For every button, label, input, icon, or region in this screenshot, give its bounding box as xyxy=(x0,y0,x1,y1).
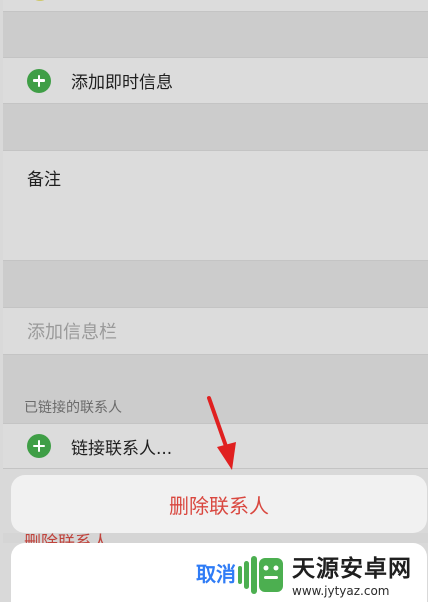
cancel-label: 取消 xyxy=(196,562,236,586)
add-instant-message-row[interactable]: 添加即时信息 xyxy=(3,57,428,104)
delete-contact-label: 删除联系人 xyxy=(169,493,269,518)
notes-field[interactable]: 备注 xyxy=(3,150,428,261)
partial-plus-icon xyxy=(30,0,50,1)
android-logo-icon xyxy=(236,548,286,598)
add-field-row[interactable]: 添加信息栏 xyxy=(3,307,428,355)
delete-contact-button[interactable]: 删除联系人 xyxy=(11,475,427,533)
add-circle-icon xyxy=(27,68,51,93)
previous-row xyxy=(3,0,428,12)
add-instant-message-label: 添加即时信息 xyxy=(71,73,173,93)
watermark-name: 天源安卓网 xyxy=(292,555,412,582)
linked-contacts-header: 已链接的联系人 xyxy=(24,400,122,416)
delete-contact-row-label: 删除联系人 xyxy=(24,533,109,543)
notes-label: 备注 xyxy=(27,170,61,190)
watermark-url: www.jytyaz.com xyxy=(292,583,390,598)
section-gap xyxy=(3,261,428,307)
add-field-label: 添加信息栏 xyxy=(27,322,117,343)
watermark: 天源安卓网 www.jytyaz.com xyxy=(236,544,428,602)
link-contact-label: 链接联系人... xyxy=(71,438,173,459)
add-circle-icon xyxy=(27,434,51,458)
link-contact-row[interactable]: 链接联系人... xyxy=(3,423,428,469)
section-gap xyxy=(3,104,428,150)
section-gap xyxy=(3,12,428,57)
